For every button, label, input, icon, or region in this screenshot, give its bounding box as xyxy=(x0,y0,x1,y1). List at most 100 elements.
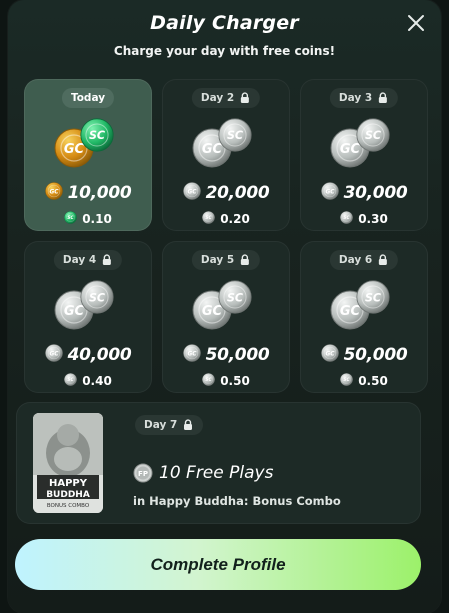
modal-subtitle: Charge your day with free coins! xyxy=(113,44,336,58)
lock-icon xyxy=(379,92,388,103)
day-label: Day 5 xyxy=(200,254,235,266)
svg-text:SC: SC xyxy=(68,377,75,382)
day-label: Day 2 xyxy=(200,92,235,104)
svg-text:SC: SC xyxy=(365,129,381,142)
day-card-5[interactable]: Day 5 GC SC GC 50,000 SC 0.50 xyxy=(162,241,290,393)
gold-coin-row: GC 10,000 xyxy=(25,182,151,204)
sc-coin-icon: SC xyxy=(340,209,354,228)
close-icon[interactable] xyxy=(405,12,427,34)
svg-text:SC: SC xyxy=(206,377,213,382)
gc-amount: 30,000 xyxy=(343,183,408,203)
gold-coin-row: GC 20,000 xyxy=(163,182,289,204)
gc-amount: 10,000 xyxy=(67,183,132,203)
gold-coin-row: GC 40,000 xyxy=(25,344,151,366)
svg-text:SC: SC xyxy=(68,215,75,220)
day-7-pill: Day 7 xyxy=(135,415,204,435)
day-pill: Day 6 xyxy=(329,250,399,270)
gc-coin-icon: GC xyxy=(320,182,339,204)
coins-icon: GC SC xyxy=(50,118,126,174)
happy-buddha-thumbnail: HAPPY BUDDHA BONUS COMBO xyxy=(33,413,103,513)
day-7-label: Day 7 xyxy=(144,419,178,431)
free-plays-row: FP 10 Free Plays xyxy=(133,463,273,483)
free-plays-coin-icon: FP xyxy=(133,463,153,483)
gold-coin-row: GC 50,000 xyxy=(301,344,427,366)
svg-text:GC: GC xyxy=(325,189,335,195)
lock-icon xyxy=(184,419,193,430)
sc-amount: 0.20 xyxy=(220,211,250,226)
day-label: Today xyxy=(70,92,106,104)
sweeps-coin-row: SC 0.30 xyxy=(301,209,427,228)
svg-text:SC: SC xyxy=(227,129,243,142)
thumb-title-happy: HAPPY xyxy=(49,478,88,489)
svg-text:SC: SC xyxy=(227,291,243,304)
day-card-3[interactable]: Day 3 GC SC GC 30,000 SC 0.30 xyxy=(300,79,428,231)
gc-coin-icon: GC xyxy=(44,182,63,204)
sc-amount: 0.40 xyxy=(82,373,112,388)
gc-amount: 50,000 xyxy=(343,345,408,365)
svg-text:SC: SC xyxy=(344,215,351,220)
sc-amount: 0.10 xyxy=(82,211,112,226)
day-card-1[interactable]: Today GC SC GC 10,000 SC 0.10 xyxy=(24,79,152,231)
sc-coin-icon: SC xyxy=(340,371,354,390)
lock-icon xyxy=(241,92,250,103)
sweeps-coin-row: SC 0.40 xyxy=(25,371,151,390)
day-7-card[interactable]: HAPPY BUDDHA BONUS COMBO Day 7 FP 10 Fre… xyxy=(16,402,421,524)
gc-amount: 20,000 xyxy=(205,183,270,203)
thumb-subtitle: BONUS COMBO xyxy=(47,503,90,509)
modal-title: Daily Charger xyxy=(150,12,299,34)
gc-amount: 50,000 xyxy=(205,345,270,365)
day-pill: Day 4 xyxy=(53,250,123,270)
sc-coin-icon: SC xyxy=(202,209,216,228)
free-plays-reward: 10 Free Plays xyxy=(159,463,274,483)
day-label: Day 4 xyxy=(62,254,97,266)
sc-coin-icon: SC xyxy=(64,371,78,390)
svg-text:SC: SC xyxy=(89,291,105,304)
thumb-title-buddha: BUDDHA xyxy=(46,490,90,500)
sweeps-coin-row: SC 0.10 xyxy=(25,209,151,228)
coins-icon: GC SC xyxy=(50,280,126,336)
gold-coin-row: GC 30,000 xyxy=(301,182,427,204)
free-plays-game: in Happy Buddha: Bonus Combo xyxy=(133,494,341,508)
sweeps-coin-row: SC 0.50 xyxy=(163,371,289,390)
day-card-2[interactable]: Day 2 GC SC GC 20,000 SC 0.20 xyxy=(162,79,290,231)
day-pill: Today xyxy=(61,88,115,108)
day-card-6[interactable]: Day 6 GC SC GC 50,000 SC 0.50 xyxy=(300,241,428,393)
sc-coin-icon: SC xyxy=(64,209,78,228)
gc-coin-icon: GC xyxy=(182,182,201,204)
svg-text:GC: GC xyxy=(49,189,59,195)
svg-text:SC: SC xyxy=(344,377,351,382)
complete-profile-button[interactable]: Complete Profile xyxy=(15,539,421,590)
sc-amount: 0.30 xyxy=(358,211,388,226)
sweeps-coin-row: SC 0.20 xyxy=(163,209,289,228)
gc-coin-icon: GC xyxy=(44,344,63,366)
sc-amount: 0.50 xyxy=(358,373,388,388)
day-label: Day 6 xyxy=(338,254,373,266)
sweeps-coin-row: SC 0.50 xyxy=(301,371,427,390)
lock-icon xyxy=(103,254,112,265)
lock-icon xyxy=(241,254,250,265)
sc-amount: 0.50 xyxy=(220,373,250,388)
svg-text:GC: GC xyxy=(325,351,335,357)
gold-coin-row: GC 50,000 xyxy=(163,344,289,366)
sc-coin-icon: SC xyxy=(202,371,216,390)
coins-icon: GC SC xyxy=(188,118,264,174)
svg-text:GC: GC xyxy=(49,351,59,357)
svg-text:GC: GC xyxy=(187,351,197,357)
day-pill: Day 2 xyxy=(191,88,261,108)
day-label: Day 3 xyxy=(338,92,373,104)
svg-text:SC: SC xyxy=(206,215,213,220)
gc-amount: 40,000 xyxy=(67,345,132,365)
coins-icon: GC SC xyxy=(188,280,264,336)
svg-text:SC: SC xyxy=(365,291,381,304)
day-pill: Day 5 xyxy=(191,250,261,270)
day-pill: Day 3 xyxy=(329,88,399,108)
svg-text:SC: SC xyxy=(89,129,105,142)
lock-icon xyxy=(379,254,388,265)
day-card-4[interactable]: Day 4 GC SC GC 40,000 SC 0.40 xyxy=(24,241,152,393)
svg-text:GC: GC xyxy=(187,189,197,195)
svg-text:FP: FP xyxy=(138,470,148,478)
gc-coin-icon: GC xyxy=(320,344,339,366)
coins-icon: GC SC xyxy=(326,280,402,336)
coins-icon: GC SC xyxy=(326,118,402,174)
gc-coin-icon: GC xyxy=(182,344,201,366)
